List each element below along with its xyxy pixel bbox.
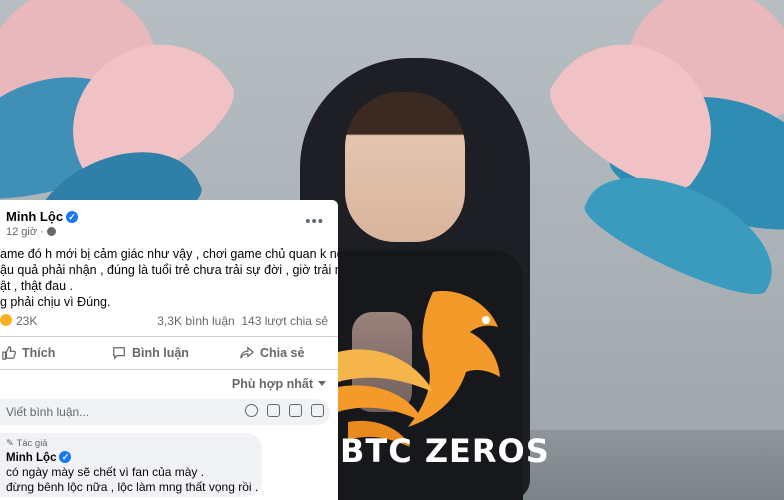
reply-text-line: có ngày mày sẽ chết vì fan của mày . [6,465,205,479]
share-button[interactable]: Chia sẻ [240,346,304,360]
reply-author[interactable]: Minh Lộc ✓ [6,451,72,464]
like-button[interactable]: Thích [2,346,55,360]
post-line: g phải chịu vì Đúng. [0,295,111,309]
logo-text: BTC ZEROS [340,432,550,470]
author-reply: ✎ Tác giả Minh Lộc ✓ có ngày mày sẽ chết … [0,430,338,500]
person-face [345,92,465,242]
globe-icon [46,227,56,236]
post-line: ật , thật đau . [0,279,73,293]
post-stats: 23K 3,3K bình luận 143 lượt chia sẻ [0,313,338,331]
like-label: Thích [22,346,56,360]
comment-placeholder: Viết bình luận... [6,405,90,419]
reply-bubble: ✎ Tác giả Minh Lộc ✓ có ngày mày sẽ chết … [0,433,262,497]
sticker-icon[interactable] [311,404,324,417]
divider [0,336,338,337]
post-line: ame đó h mới bị cảm giác như vậy , chơi … [0,247,338,261]
post-header: Minh Lộc ✓ 12 giờ · ••• [0,200,338,245]
comment-label: Bình luận [132,346,189,360]
stats-right: 3,3K bình luận 143 lượt chia sẻ [157,314,328,328]
share-icon [240,346,254,359]
author-tag-label: Tác giả [16,438,48,449]
haha-reaction-icon[interactable] [0,314,12,326]
reaction-count[interactable]: 23K [16,314,37,328]
thumbs-up-icon [2,346,16,360]
post-actions: Thích Bình luận Chia sẻ [0,341,338,367]
post-line: ậu quả phải nhận , đúng là tuổi trẻ chưa… [0,263,338,277]
post-time[interactable]: 12 giờ · [6,226,44,238]
post-author[interactable]: Minh Lộc ✓ [6,209,79,224]
verified-badge-icon: ✓ [59,451,72,463]
post-author-name[interactable]: Minh Lộc [6,209,63,224]
comment-sort-dropdown[interactable]: Phù hợp nhất [232,377,326,391]
comment-button[interactable]: Bình luận [112,346,189,360]
camera-icon[interactable] [267,404,280,417]
facebook-post-card: Minh Lộc ✓ 12 giờ · ••• ame đó h mới bị c… [0,200,338,430]
more-options-icon[interactable]: ••• [305,213,324,230]
comment-input-icons [245,404,324,417]
gif-icon[interactable] [289,404,302,417]
sort-label: Phù hợp nhất [231,377,313,391]
caret-down-icon [318,381,326,386]
share-count[interactable]: 143 lượt chia sẻ [241,314,328,328]
comment-icon [113,347,125,360]
reply-text-line: đừng bênh lộc nữa , lộc làm mng thất vọn… [6,480,259,494]
author-tag: ✎ Tác giả [6,438,48,449]
share-label: Chia sẻ [260,346,305,360]
divider [0,369,338,370]
verified-badge-icon: ✓ [66,211,79,223]
post-meta: 12 giờ · [6,226,56,238]
emoji-icon[interactable] [245,404,258,417]
reply-author-name[interactable]: Minh Lộc [6,452,56,464]
comment-count[interactable]: 3,3K bình luận [157,314,234,328]
post-body: ame đó h mới bị cảm giác như vậy , chơi … [0,246,338,310]
comment-input[interactable]: Viết bình luận... [0,399,330,425]
